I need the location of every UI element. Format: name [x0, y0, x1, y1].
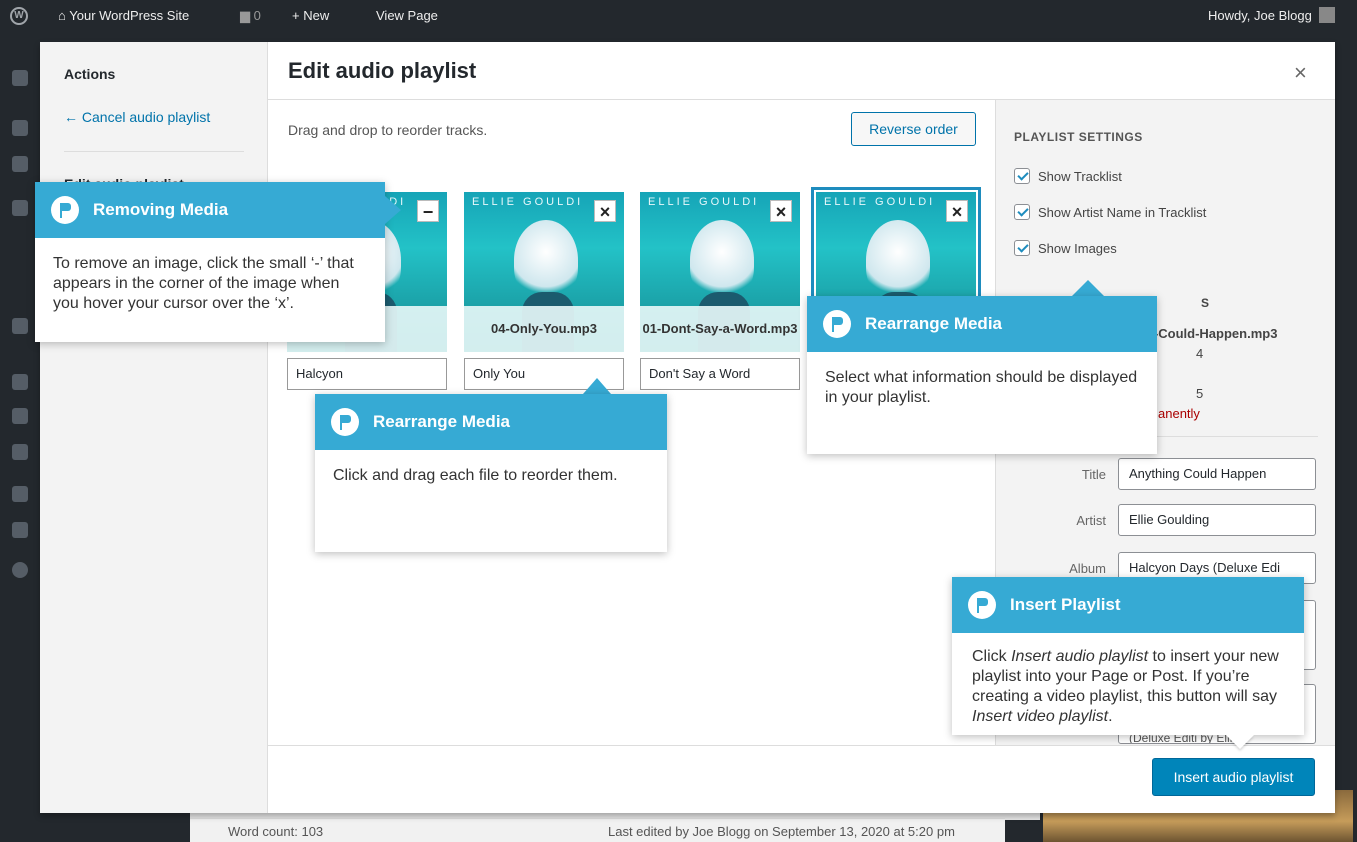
track-item[interactable]: ELLIE GOULDI 01-Dont-Say-a-Word.mp3 × Do… — [640, 192, 800, 390]
remove-icon[interactable]: × — [946, 200, 968, 222]
modal-title: Edit audio playlist — [288, 58, 477, 83]
checkbox-checked-icon[interactable] — [1014, 168, 1030, 184]
callout-pointer — [1072, 280, 1104, 296]
details-date: 4 — [1196, 346, 1204, 361]
dashboard-icon[interactable] — [12, 70, 28, 86]
track-title-input[interactable]: Don't Say a Word — [640, 358, 800, 390]
plugins-icon[interactable] — [12, 408, 28, 424]
callout-header: Removing Media — [35, 182, 385, 238]
collapse-icon[interactable] — [12, 562, 28, 578]
plus-icon: + — [292, 8, 300, 23]
tools-icon[interactable] — [12, 486, 28, 502]
users-icon[interactable] — [12, 444, 28, 460]
close-icon[interactable]: × — [1294, 60, 1307, 86]
howdy-account-menu[interactable]: Howdy, Joe Blogg — [1208, 0, 1336, 32]
show-tracklist-checkbox[interactable]: Show Tracklist — [1014, 168, 1122, 184]
details-heading: S — [1201, 296, 1210, 310]
track-title-input[interactable]: Halcyon — [287, 358, 447, 390]
callout-rearrange-media: Rearrange Media Click and drag each file… — [315, 394, 667, 552]
details-length: 5 — [1196, 386, 1204, 401]
flag-icon — [968, 591, 996, 619]
callout-playlist-settings: Rearrange Media Select what information … — [807, 296, 1157, 454]
flag-icon — [823, 310, 851, 338]
divider — [64, 151, 244, 152]
comments-icon[interactable] — [12, 318, 28, 334]
callout-removing-media: Removing Media To remove an image, click… — [35, 182, 385, 342]
admin-menu — [0, 32, 40, 842]
divider — [1146, 436, 1318, 437]
callout-header: Rearrange Media — [807, 296, 1157, 352]
comments-link[interactable]: ▆ 0 — [240, 0, 261, 32]
site-name-link[interactable]: ⌂ Your WordPress Site — [58, 0, 189, 32]
cancel-playlist-link[interactable]: ← Cancel audio playlist — [64, 109, 210, 125]
remove-icon[interactable]: × — [594, 200, 616, 222]
delete-permanently-link[interactable]: anently — [1158, 406, 1200, 421]
track-filename: 04-Only-You.mp3 — [464, 306, 624, 352]
title-field[interactable]: Anything Could Happen — [1118, 458, 1316, 490]
album-art[interactable]: ELLIE GOULDI 01-Dont-Say-a-Word.mp3 × — [640, 192, 800, 352]
remove-icon[interactable]: × — [770, 200, 792, 222]
album-art[interactable]: ELLIE GOULDI 04-Only-You.mp3 × — [464, 192, 624, 352]
editor-status-bar: Word count: 103 Last edited by Joe Blogg… — [190, 818, 1005, 842]
flag-icon — [51, 196, 79, 224]
title-label: Title — [1081, 467, 1106, 482]
word-count: Word count: 103 — [228, 824, 324, 839]
modal-sidebar: Actions ← Cancel audio playlist Edit aud… — [40, 42, 268, 813]
callout-text: Select what information should be displa… — [825, 369, 1138, 406]
view-page-link[interactable]: View Page — [376, 0, 438, 32]
comment-icon: ▆ — [240, 8, 250, 23]
appearance-icon[interactable] — [12, 374, 28, 390]
callout-header: Insert Playlist — [952, 577, 1304, 633]
pages-icon[interactable] — [12, 200, 28, 216]
show-artist-checkbox[interactable]: Show Artist Name in Tracklist — [1014, 204, 1206, 220]
instructions-text: Drag and drop to reorder tracks. — [288, 122, 488, 138]
callout-header: Rearrange Media — [315, 394, 667, 450]
media-icon[interactable] — [12, 156, 28, 172]
reverse-order-button[interactable]: Reverse order — [851, 112, 976, 146]
minus-icon[interactable]: − — [417, 200, 439, 222]
actions-heading: Actions — [64, 66, 116, 82]
callout-text: Click and drag each file to reorder them… — [333, 467, 618, 484]
flag-icon — [331, 408, 359, 436]
show-images-checkbox[interactable]: Show Images — [1014, 240, 1117, 256]
album-label: Album — [1069, 561, 1106, 576]
pin-icon[interactable] — [12, 120, 28, 136]
admin-bar: W ⌂ Your WordPress Site ▆ 0 + New View P… — [0, 0, 1357, 32]
artist-label: Artist — [1076, 513, 1106, 528]
track-filename: 01-Dont-Say-a-Word.mp3 — [640, 306, 800, 352]
track-item[interactable]: ELLIE GOULDI 04-Only-You.mp3 × Only You — [464, 192, 624, 390]
avatar — [1319, 7, 1336, 23]
wordpress-logo-icon[interactable]: W — [10, 7, 28, 25]
artist-field[interactable]: Ellie Goulding — [1118, 504, 1316, 536]
callout-text: Click Insert audio playlist to insert yo… — [972, 648, 1279, 725]
last-edited: Last edited by Joe Blogg on September 13… — [608, 824, 955, 839]
new-content-link[interactable]: + New — [292, 0, 329, 32]
callout-insert-playlist: Insert Playlist Click Insert audio playl… — [952, 577, 1304, 735]
callout-pointer — [385, 196, 401, 224]
insert-audio-playlist-button[interactable]: Insert audio playlist — [1152, 758, 1315, 796]
home-icon: ⌂ — [58, 8, 66, 23]
checkbox-checked-icon[interactable] — [1014, 204, 1030, 220]
callout-pointer — [1226, 735, 1254, 749]
details-filename: g-Could-Happen.mp3 — [1146, 326, 1278, 341]
callout-pointer — [583, 378, 611, 394]
checkbox-checked-icon[interactable] — [1014, 240, 1030, 256]
settings-icon[interactable] — [12, 522, 28, 538]
callout-text: To remove an image, click the small ‘-’ … — [53, 255, 354, 312]
settings-heading: PLAYLIST SETTINGS — [1014, 130, 1143, 144]
